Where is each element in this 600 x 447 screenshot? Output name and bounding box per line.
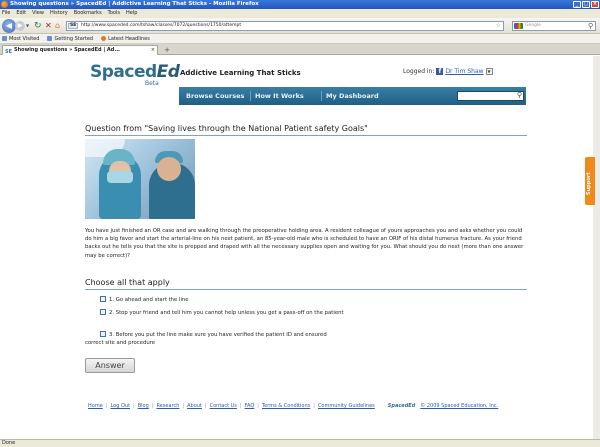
firefox-icon [1, 1, 8, 8]
footer-link-faq[interactable]: FAQ [245, 403, 255, 409]
option-label: 3. Before you put the line make sure you… [85, 332, 327, 346]
folder-icon [2, 36, 7, 41]
login-status: Logged in: f Dr Tim Shaw ▼ [403, 68, 493, 75]
user-link[interactable]: Dr Tim Shaw [445, 68, 483, 75]
footer-link-terms[interactable]: Terms & Conditions [262, 403, 310, 409]
address-bar[interactable]: SE http://www.spaceded.com/tshaw/classes… [66, 21, 504, 31]
footer-link-research[interactable]: Research [156, 403, 179, 409]
choose-heading: Choose all that apply [85, 278, 527, 290]
stop-icon[interactable]: ✕ [45, 20, 52, 32]
option-checkbox[interactable] [100, 331, 106, 337]
footer-link-about[interactable]: About [187, 403, 202, 409]
window-controls: _ □ × [573, 1, 599, 8]
rss-icon [101, 36, 107, 41]
menu-help[interactable]: Help [126, 9, 137, 18]
navigation-toolbar: ◀ ▶ ▼ ↻ ✕ ⌂ SE http://www.spaceded.com/t… [0, 18, 600, 34]
forward-arrow-icon[interactable]: ▶ [15, 21, 25, 31]
home-icon[interactable]: ⌂ [55, 20, 60, 32]
footer-logo: SpacedEd [387, 403, 416, 409]
support-tab[interactable]: Support [585, 157, 595, 205]
bookmark-most-visited[interactable]: Most Visited [2, 34, 39, 43]
tab-active[interactable]: SE Showing questions » SpacedEd | Ad... … [2, 45, 158, 55]
question-text: You have just finished an OR case and ar… [85, 228, 524, 259]
spaceded-logo[interactable]: SpacedEd Beta [90, 62, 180, 94]
facebook-icon: f [436, 68, 444, 75]
bookmark-latest-headlines[interactable]: Latest Headlines [101, 34, 150, 43]
user-menu-dropdown[interactable]: ▼ [485, 68, 493, 75]
bookmarks-toolbar: Most Visited Getting Started Latest Head… [0, 34, 600, 44]
search-icon[interactable]: ⚲ [517, 91, 522, 99]
support-label: Support [586, 172, 592, 195]
bookmark-getting-started[interactable]: Getting Started [47, 34, 93, 43]
answer-option-2[interactable]: 2. Stop your friend and tell him you can… [85, 309, 345, 317]
menu-view[interactable]: View [32, 9, 44, 18]
option-label: 1. Go ahead and start the line [109, 297, 189, 303]
answer-option-3[interactable]: 3. Before you put the line make sure you… [85, 331, 345, 347]
status-text: Done [2, 440, 16, 446]
nav-how-it-works[interactable]: How It Works [255, 87, 304, 105]
menu-file[interactable]: File [2, 9, 10, 18]
logo-ed-text: Ed [156, 62, 180, 82]
menu-history[interactable]: History [50, 9, 68, 18]
window-title: Showing questions » SpacedEd | Addictive… [10, 1, 259, 7]
new-tab-button[interactable]: + [162, 46, 172, 54]
menu-tools[interactable]: Tools [108, 9, 120, 18]
answer-button[interactable]: Answer [85, 358, 135, 373]
footer-link-home[interactable]: Home [88, 403, 103, 409]
footer-link-logout[interactable]: Log Out [110, 403, 130, 409]
login-prefix: Logged in: [403, 68, 435, 75]
question-image [85, 139, 195, 219]
status-bar: Done [0, 439, 600, 447]
google-icon [514, 23, 523, 29]
footer-link-guidelines[interactable]: Community Guidelines [318, 403, 375, 409]
logo-beta: Beta [145, 80, 159, 87]
site-footer: Home | Log Out | Blog | Research | About | Co… [88, 403, 499, 409]
question-title: Question from "Saving lives through the … [85, 124, 527, 136]
window-titlebar: Showing questions » SpacedEd | Addictive… [0, 0, 600, 9]
close-window-button[interactable]: × [591, 1, 599, 8]
bookmark-star-icon[interactable]: ☆ [496, 22, 501, 30]
option-label: 2. Stop your friend and tell him you can… [109, 310, 344, 316]
footer-copyright[interactable]: © 2009 Spaced Education, Inc. [420, 403, 498, 409]
page-viewport: SpacedEd Beta Addictive Learning That St… [0, 56, 600, 439]
tab-close-icon[interactable]: × [151, 46, 155, 55]
menu-edit[interactable]: Edit [16, 9, 26, 18]
tab-label: Showing questions » SpacedEd | Ad... [14, 47, 121, 53]
site-search-input[interactable]: ⚲ [457, 91, 524, 101]
option-checkbox[interactable] [100, 296, 106, 302]
footer-link-blog[interactable]: Blog [138, 403, 149, 409]
nav-browse-courses[interactable]: Browse Courses [186, 87, 244, 105]
site-tagline: Addictive Learning That Sticks [180, 69, 301, 77]
menu-bar: File Edit View History Bookmarks Tools H… [0, 9, 600, 18]
reload-icon[interactable]: ↻ [34, 20, 42, 32]
minimize-button[interactable]: _ [573, 1, 581, 8]
back-arrow-icon[interactable]: ◀ [2, 19, 16, 33]
nav-separator [321, 91, 322, 101]
address-url: http://www.spaceded.com/tshaw/classes/70… [81, 23, 242, 28]
site-identity-badge[interactable]: SE [68, 23, 79, 29]
nav-separator [250, 91, 251, 101]
logo-text: Spaced [90, 62, 157, 82]
search-icon[interactable]: ⚲ [588, 21, 593, 31]
nav-my-dashboard[interactable]: My Dashboard [326, 87, 379, 105]
maximize-button[interactable]: □ [582, 1, 590, 8]
tab-strip: SE Showing questions » SpacedEd | Ad... … [0, 44, 600, 55]
footer-link-contact[interactable]: Contact Us [210, 403, 237, 409]
option-checkbox[interactable] [100, 309, 106, 315]
page-icon [47, 36, 53, 41]
answer-option-1[interactable]: 1. Go ahead and start the line [85, 296, 345, 304]
history-dropdown-icon[interactable]: ▼ [26, 23, 29, 28]
browser-search-input[interactable]: Google [512, 21, 596, 31]
search-placeholder: Google [525, 23, 541, 28]
menu-bookmarks[interactable]: Bookmarks [74, 9, 102, 18]
